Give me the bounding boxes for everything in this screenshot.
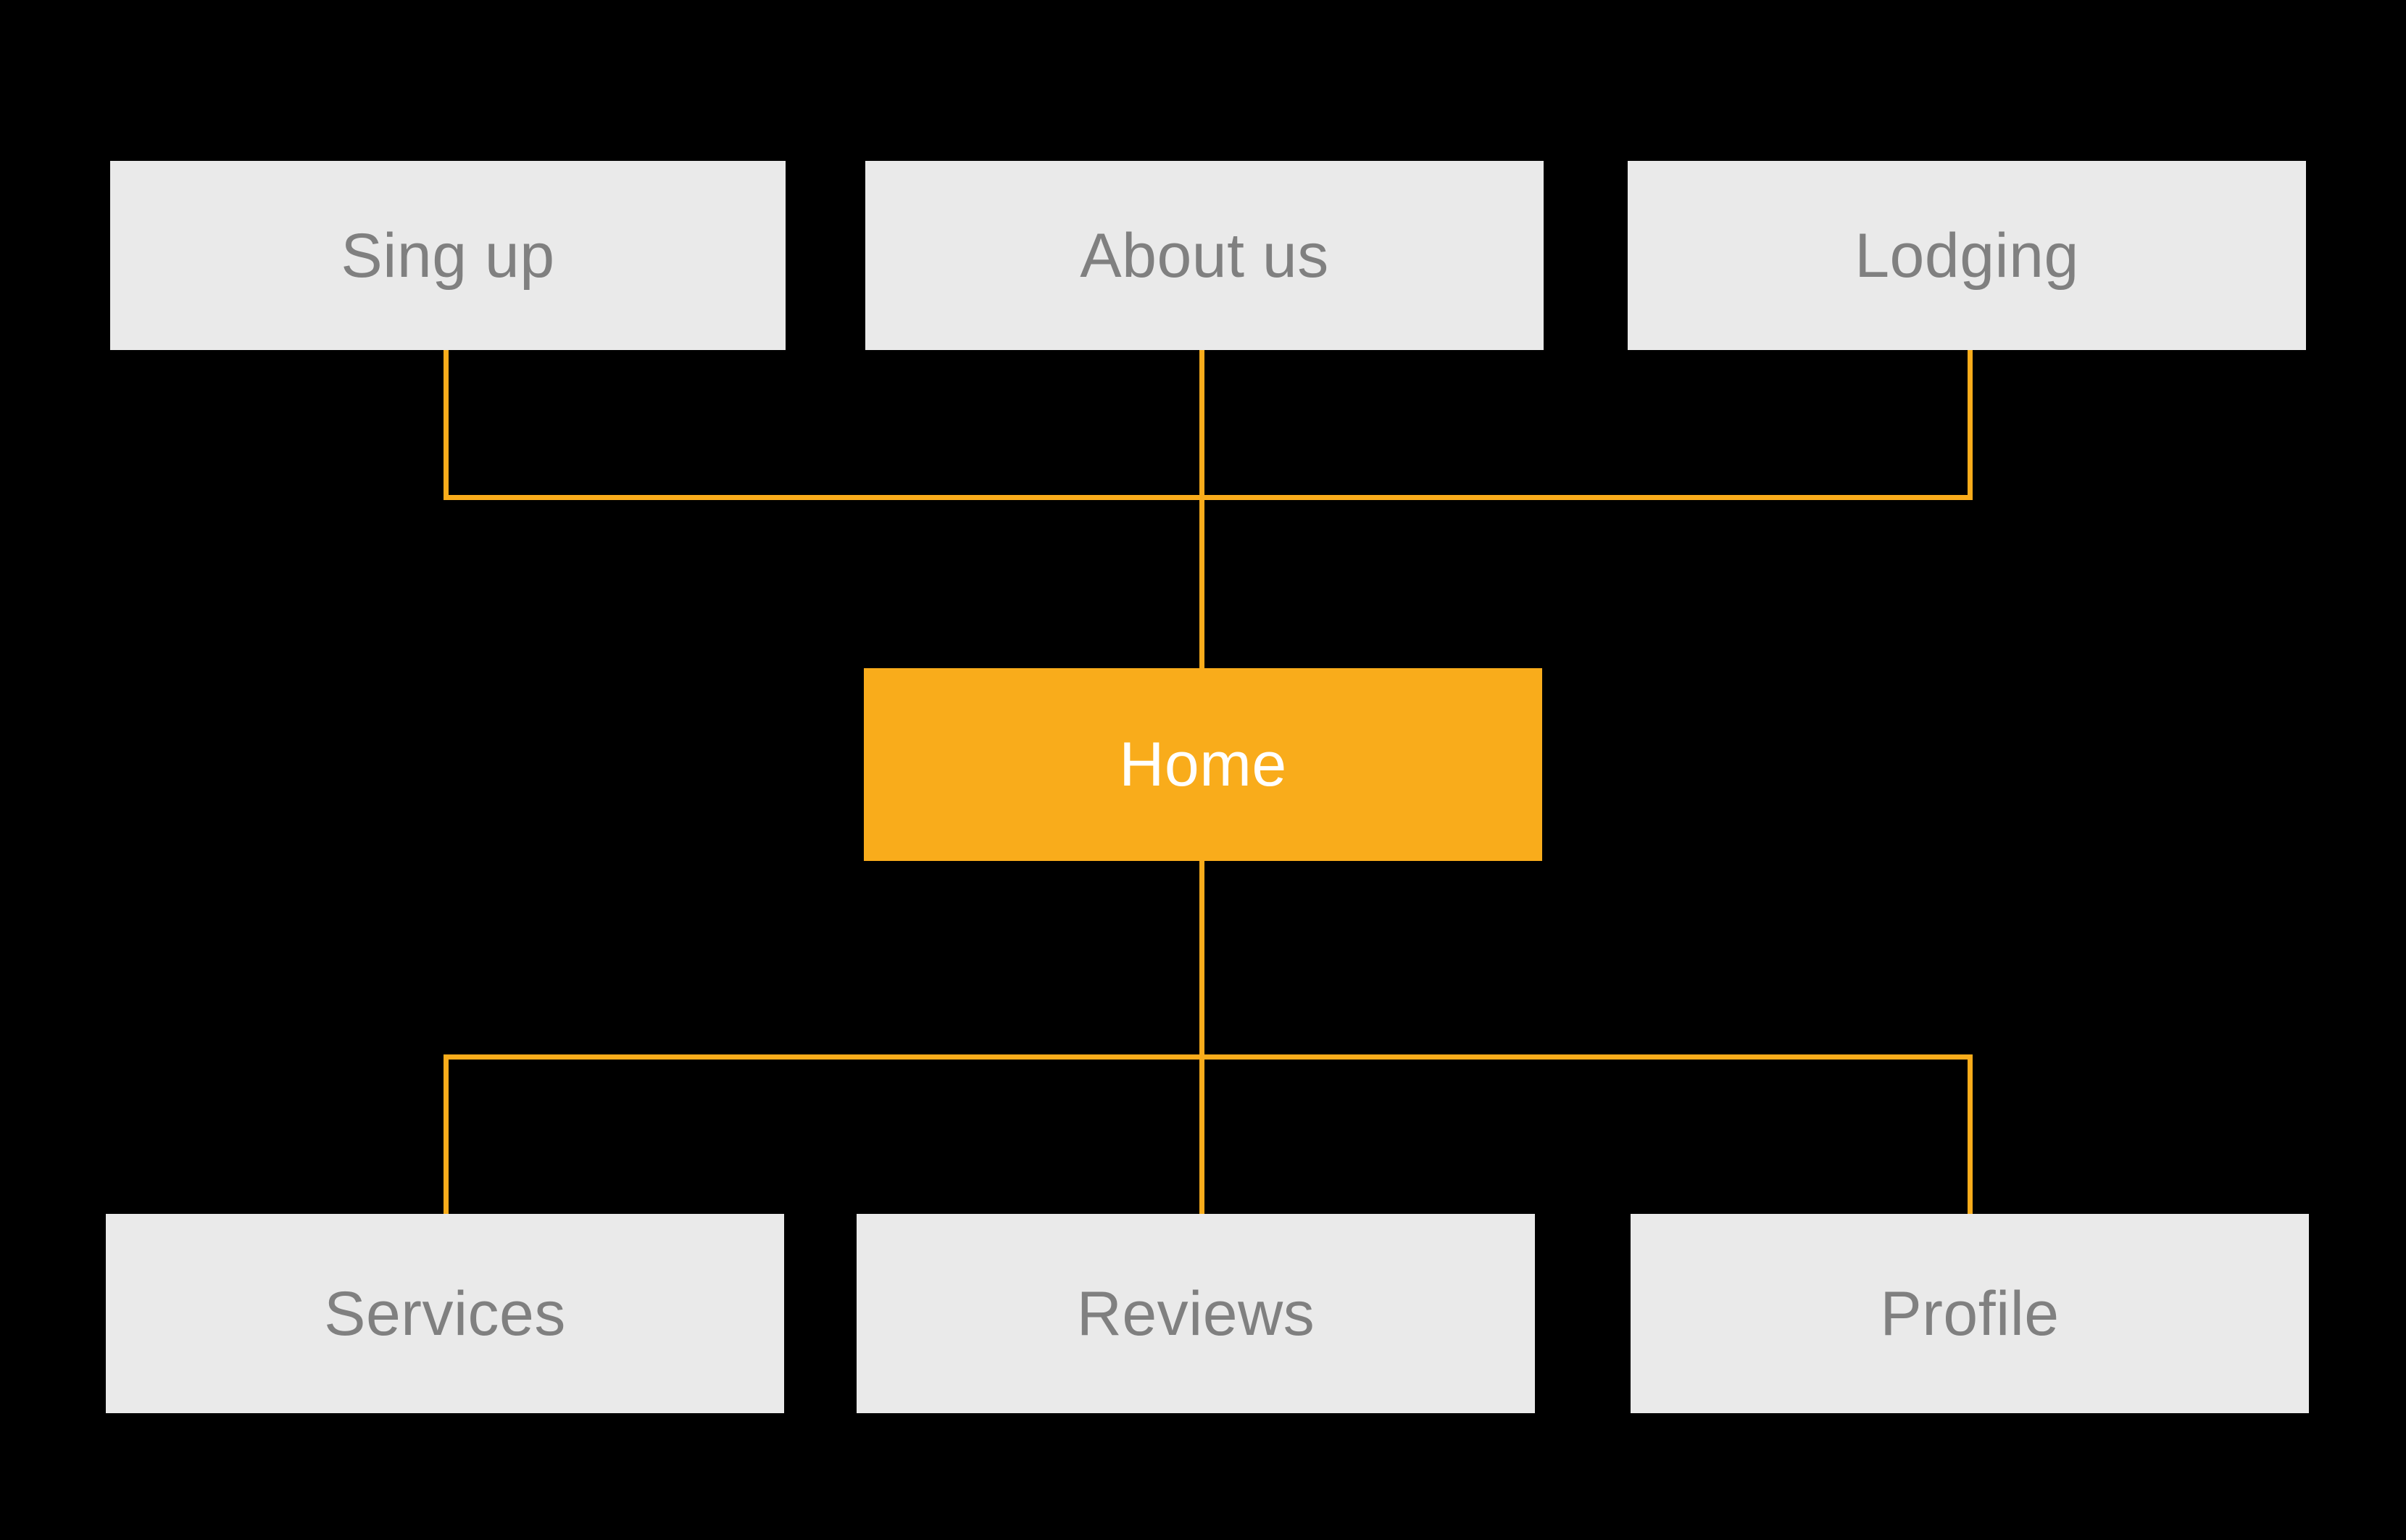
node-lodging[interactable]: Lodging — [1628, 161, 2306, 350]
node-profile-label: Profile — [1880, 1278, 2060, 1349]
node-services[interactable]: Services — [106, 1214, 784, 1413]
connector-bottom-horizontal-bus — [444, 1054, 1973, 1060]
node-reviews[interactable]: Reviews — [857, 1214, 1535, 1413]
connector-home-to-reviews-vertical — [1199, 861, 1204, 1216]
node-about-us-label: About us — [1080, 220, 1329, 291]
connector-sing-up-vertical — [444, 350, 449, 500]
node-profile[interactable]: Profile — [1631, 1214, 2309, 1413]
node-lodging-label: Lodging — [1855, 220, 2079, 291]
node-home[interactable]: Home — [864, 668, 1542, 861]
connector-top-horizontal-bus — [444, 495, 1973, 500]
node-home-label: Home — [1119, 730, 1287, 799]
connector-lodging-vertical — [1968, 350, 1973, 500]
node-sing-up-label: Sing up — [341, 220, 555, 291]
connector-profile-vertical — [1968, 1054, 1973, 1216]
node-sing-up[interactable]: Sing up — [110, 161, 786, 350]
connector-services-vertical — [444, 1054, 449, 1216]
connector-about-us-to-home-vertical — [1199, 350, 1204, 668]
node-services-label: Services — [324, 1278, 566, 1349]
node-reviews-label: Reviews — [1076, 1278, 1315, 1349]
node-about-us[interactable]: About us — [865, 161, 1544, 350]
sitemap-diagram-canvas: Sing up About us Lodging Home Services R… — [0, 0, 2406, 1540]
